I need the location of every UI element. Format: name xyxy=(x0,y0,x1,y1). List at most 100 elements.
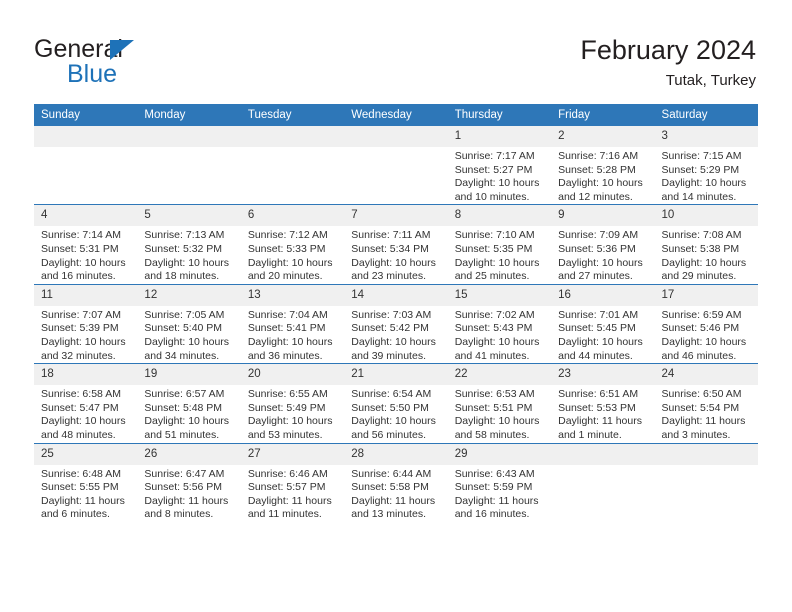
calendar-day-cell[interactable]: 13 Sunrise: 7:04 AM Sunset: 5:41 PM Dayligh… xyxy=(240,283,345,364)
calendar-day-cell[interactable]: 2 Sunrise: 7:16 AM Sunset: 5:28 PM Daylight… xyxy=(551,126,655,205)
day-detail-line: and 1 minute. xyxy=(558,428,622,441)
day-details: Sunrise: 6:50 AM Sunset: 5:54 PM Daylight:… xyxy=(655,385,758,442)
day-detail-line: and 29 minutes. xyxy=(661,270,737,283)
day-detail-line: Daylight: 10 hours xyxy=(351,335,436,348)
weekday-header-thursday: Thursday xyxy=(447,104,552,126)
weekday-header-friday: Friday xyxy=(551,104,655,126)
calendar-day-cell-empty xyxy=(344,126,448,205)
day-detail-line: Daylight: 11 hours xyxy=(558,415,642,428)
calendar-day-cell[interactable]: 6 Sunrise: 7:12 AM Sunset: 5:33 PM Daylight… xyxy=(240,204,345,285)
day-detail-line: Sunset: 5:28 PM xyxy=(558,163,636,176)
calendar-day-cell[interactable]: 24 Sunrise: 6:50 AM Sunset: 5:54 PM Dayligh… xyxy=(654,363,758,443)
calendar-day-cell-empty xyxy=(137,126,241,205)
day-detail-line: Sunset: 5:34 PM xyxy=(351,242,429,255)
calendar-day-cell[interactable]: 16 Sunrise: 7:01 AM Sunset: 5:45 PM Dayligh… xyxy=(551,283,655,364)
day-details: Sunrise: 7:11 AM Sunset: 5:34 PM Daylight:… xyxy=(344,226,447,283)
day-details: Sunrise: 7:07 AM Sunset: 5:39 PM Daylight:… xyxy=(34,306,137,363)
day-detail-line: and 14 minutes. xyxy=(661,190,737,203)
day-detail-line: Sunrise: 7:01 AM xyxy=(558,308,639,321)
calendar-day-cell[interactable]: 27 Sunrise: 6:46 AM Sunset: 5:57 PM Dayligh… xyxy=(240,442,345,522)
day-number xyxy=(344,126,448,147)
calendar-day-cell[interactable]: 15 Sunrise: 7:02 AM Sunset: 5:43 PM Dayligh… xyxy=(447,283,552,364)
day-detail-line: Daylight: 10 hours xyxy=(247,256,333,269)
weekday-header-monday: Monday xyxy=(137,104,241,126)
calendar-week-row: 18 Sunrise: 6:58 AM Sunset: 5:47 PM Dayligh… xyxy=(34,363,758,443)
day-detail-line: and 20 minutes. xyxy=(247,270,323,283)
day-detail-line: and 44 minutes. xyxy=(558,349,633,362)
day-detail-line: Sunrise: 7:17 AM xyxy=(454,150,535,162)
calendar-day-cell[interactable]: 28 Sunrise: 6:44 AM Sunset: 5:58 PM Dayligh… xyxy=(344,442,448,522)
calendar-day-cell[interactable]: 10 Sunrise: 7:08 AM Sunset: 5:38 PM Dayligh… xyxy=(654,204,758,285)
day-detail-line: Sunset: 5:33 PM xyxy=(247,242,326,255)
day-detail-line: Daylight: 10 hours xyxy=(454,177,540,190)
calendar-day-cell[interactable]: 12 Sunrise: 7:05 AM Sunset: 5:40 PM Dayligh… xyxy=(137,283,241,364)
day-detail-line: Sunrise: 6:44 AM xyxy=(351,467,432,480)
day-detail-line: and 6 minutes. xyxy=(41,508,110,521)
day-details: Sunrise: 6:54 AM Sunset: 5:50 PM Daylight:… xyxy=(344,385,447,442)
calendar-day-cell[interactable]: 23 Sunrise: 6:51 AM Sunset: 5:53 PM Dayligh… xyxy=(551,363,655,443)
calendar-day-cell[interactable]: 19 Sunrise: 6:57 AM Sunset: 5:48 PM Dayligh… xyxy=(137,363,241,443)
day-detail-line: Sunrise: 7:09 AM xyxy=(558,229,639,242)
day-number: 2 xyxy=(551,126,655,147)
day-detail-line: Daylight: 10 hours xyxy=(558,256,643,269)
logo-text-blue: Blue xyxy=(67,60,118,88)
calendar-week-row: 11 Sunrise: 7:07 AM Sunset: 5:39 PM Dayligh… xyxy=(34,283,758,364)
calendar-day-cell[interactable]: 20 Sunrise: 6:55 AM Sunset: 5:49 PM Dayligh… xyxy=(240,363,345,443)
calendar-day-cell[interactable]: 25 Sunrise: 6:48 AM Sunset: 5:55 PM Dayligh… xyxy=(34,442,138,522)
calendar-day-cell[interactable]: 22 Sunrise: 6:53 AM Sunset: 5:51 PM Dayligh… xyxy=(447,363,552,443)
day-detail-line: Daylight: 10 hours xyxy=(454,256,540,269)
day-detail-line: and 18 minutes. xyxy=(144,270,220,283)
day-detail-line: Sunrise: 6:58 AM xyxy=(41,388,121,401)
calendar-day-cell[interactable]: 5 Sunrise: 7:13 AM Sunset: 5:32 PM Daylight… xyxy=(137,204,241,285)
calendar-day-cell[interactable]: 1 Sunrise: 7:17 AM Sunset: 5:27 PM Daylight… xyxy=(447,126,552,205)
calendar-day-cell[interactable]: 8 Sunrise: 7:10 AM Sunset: 5:35 PM Daylight… xyxy=(447,204,552,285)
day-number: 22 xyxy=(447,364,552,386)
day-detail-line: Sunrise: 6:54 AM xyxy=(351,388,432,401)
day-detail-line: and 8 minutes. xyxy=(144,508,214,521)
day-details: Sunrise: 6:47 AM Sunset: 5:56 PM Daylight:… xyxy=(137,465,240,522)
calendar-day-cell[interactable]: 14 Sunrise: 7:03 AM Sunset: 5:42 PM Dayligh… xyxy=(344,283,448,364)
day-details: Sunrise: 6:53 AM Sunset: 5:51 PM Daylight:… xyxy=(448,385,551,442)
day-detail-line: Sunrise: 7:08 AM xyxy=(661,229,742,242)
day-detail-line: Sunset: 5:55 PM xyxy=(41,481,119,494)
day-detail-line: Sunset: 5:47 PM xyxy=(41,401,119,414)
day-detail-line: Sunrise: 6:51 AM xyxy=(558,388,639,401)
day-detail-line: Daylight: 10 hours xyxy=(144,335,230,348)
day-number: 28 xyxy=(344,443,448,465)
calendar-day-cell-empty xyxy=(654,442,758,522)
calendar-day-cell[interactable]: 9 Sunrise: 7:09 AM Sunset: 5:36 PM Daylight… xyxy=(551,204,655,285)
calendar-day-cell[interactable]: 7 Sunrise: 7:11 AM Sunset: 5:34 PM Daylight… xyxy=(344,204,448,285)
day-details: Sunrise: 7:09 AM Sunset: 5:36 PM Daylight:… xyxy=(551,226,654,283)
calendar-week-row: 1 Sunrise: 7:17 AM Sunset: 5:27 PM Daylight… xyxy=(34,126,758,205)
day-detail-line: and 23 minutes. xyxy=(351,270,426,283)
calendar-week-row: 4 Sunrise: 7:14 AM Sunset: 5:31 PM Daylight… xyxy=(34,204,758,285)
calendar-day-cell[interactable]: 26 Sunrise: 6:47 AM Sunset: 5:56 PM Dayligh… xyxy=(137,442,241,522)
calendar-day-cell[interactable]: 3 Sunrise: 7:15 AM Sunset: 5:29 PM Daylight… xyxy=(654,126,758,205)
calendar-day-cell[interactable]: 21 Sunrise: 6:54 AM Sunset: 5:50 PM Dayligh… xyxy=(344,363,448,443)
day-details: Sunrise: 6:57 AM Sunset: 5:48 PM Daylight:… xyxy=(137,385,240,442)
day-number xyxy=(137,126,241,147)
day-details: Sunrise: 7:02 AM Sunset: 5:43 PM Daylight:… xyxy=(448,306,551,363)
day-detail-line: Daylight: 11 hours xyxy=(247,494,332,507)
day-detail-line: Sunset: 5:54 PM xyxy=(661,401,740,414)
day-details: Sunrise: 6:48 AM Sunset: 5:55 PM Daylight:… xyxy=(34,465,137,522)
day-detail-line: and 16 minutes. xyxy=(41,270,116,283)
day-number: 10 xyxy=(654,205,758,227)
calendar-day-cell[interactable]: 17 Sunrise: 6:59 AM Sunset: 5:46 PM Dayligh… xyxy=(654,283,758,364)
day-number: 3 xyxy=(654,126,758,147)
calendar-day-cell[interactable]: 4 Sunrise: 7:14 AM Sunset: 5:31 PM Daylight… xyxy=(34,204,138,285)
day-details: Sunrise: 6:44 AM Sunset: 5:58 PM Daylight:… xyxy=(344,465,447,522)
calendar-day-cell[interactable]: 29 Sunrise: 6:43 AM Sunset: 5:59 PM Dayligh… xyxy=(447,442,552,522)
day-number xyxy=(551,443,655,465)
day-detail-line: Sunset: 5:48 PM xyxy=(144,401,223,414)
day-number xyxy=(34,126,138,147)
calendar-day-cell[interactable]: 11 Sunrise: 7:07 AM Sunset: 5:39 PM Dayligh… xyxy=(34,283,138,364)
day-detail-line: Sunrise: 6:53 AM xyxy=(454,388,535,401)
day-number: 13 xyxy=(240,284,345,306)
day-detail-line: Daylight: 11 hours xyxy=(454,494,539,507)
day-detail-line: Sunset: 5:42 PM xyxy=(351,322,429,335)
calendar-day-cell[interactable]: 18 Sunrise: 6:58 AM Sunset: 5:47 PM Dayligh… xyxy=(34,363,138,443)
day-number xyxy=(240,126,345,147)
calendar-body: 1 Sunrise: 7:17 AM Sunset: 5:27 PM Daylight… xyxy=(34,126,758,522)
day-details xyxy=(34,147,137,150)
